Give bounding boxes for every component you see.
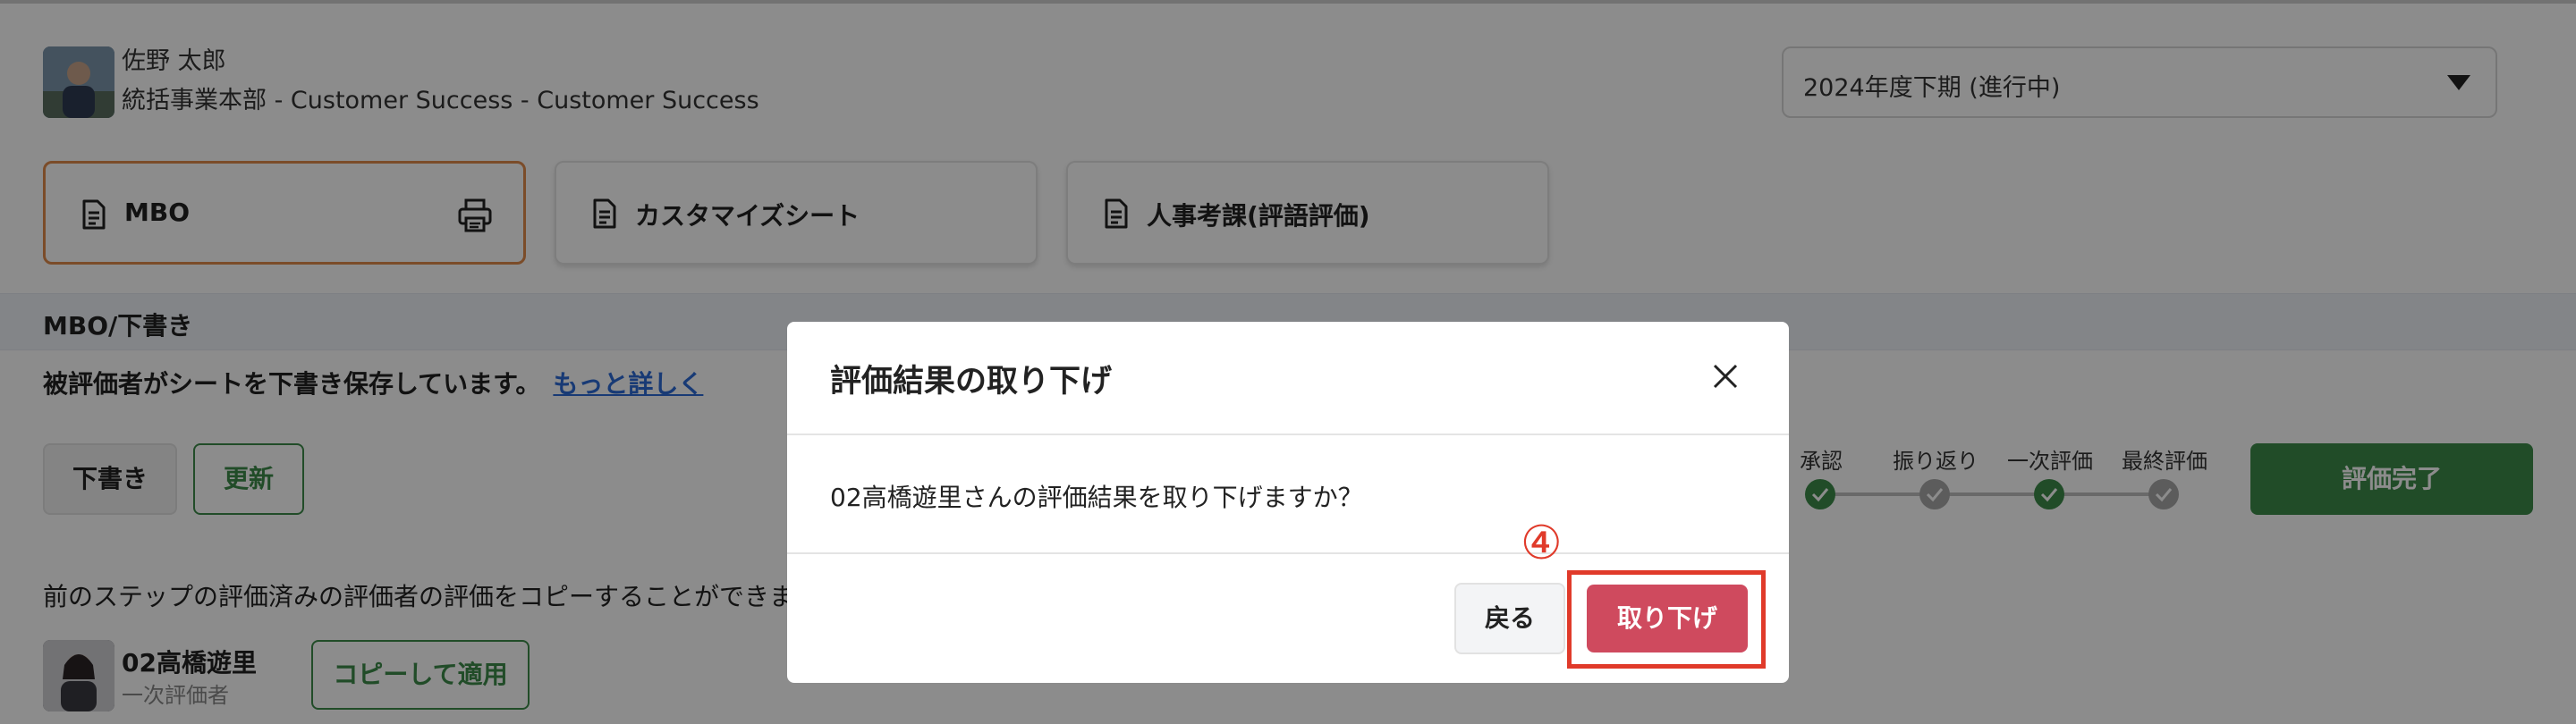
annotation-highlight-box bbox=[1567, 570, 1766, 669]
dialog-divider bbox=[787, 434, 1789, 435]
annotation-step-number: ④ bbox=[1521, 517, 1563, 570]
close-icon[interactable] bbox=[1708, 359, 1742, 393]
dialog-divider bbox=[787, 552, 1789, 554]
back-button[interactable]: 戻る bbox=[1454, 583, 1565, 654]
dialog-message: 02高橋遊里さんの評価結果を取り下げますか？ bbox=[830, 483, 1363, 512]
dialog-title: 評価結果の取り下げ bbox=[830, 364, 1113, 400]
